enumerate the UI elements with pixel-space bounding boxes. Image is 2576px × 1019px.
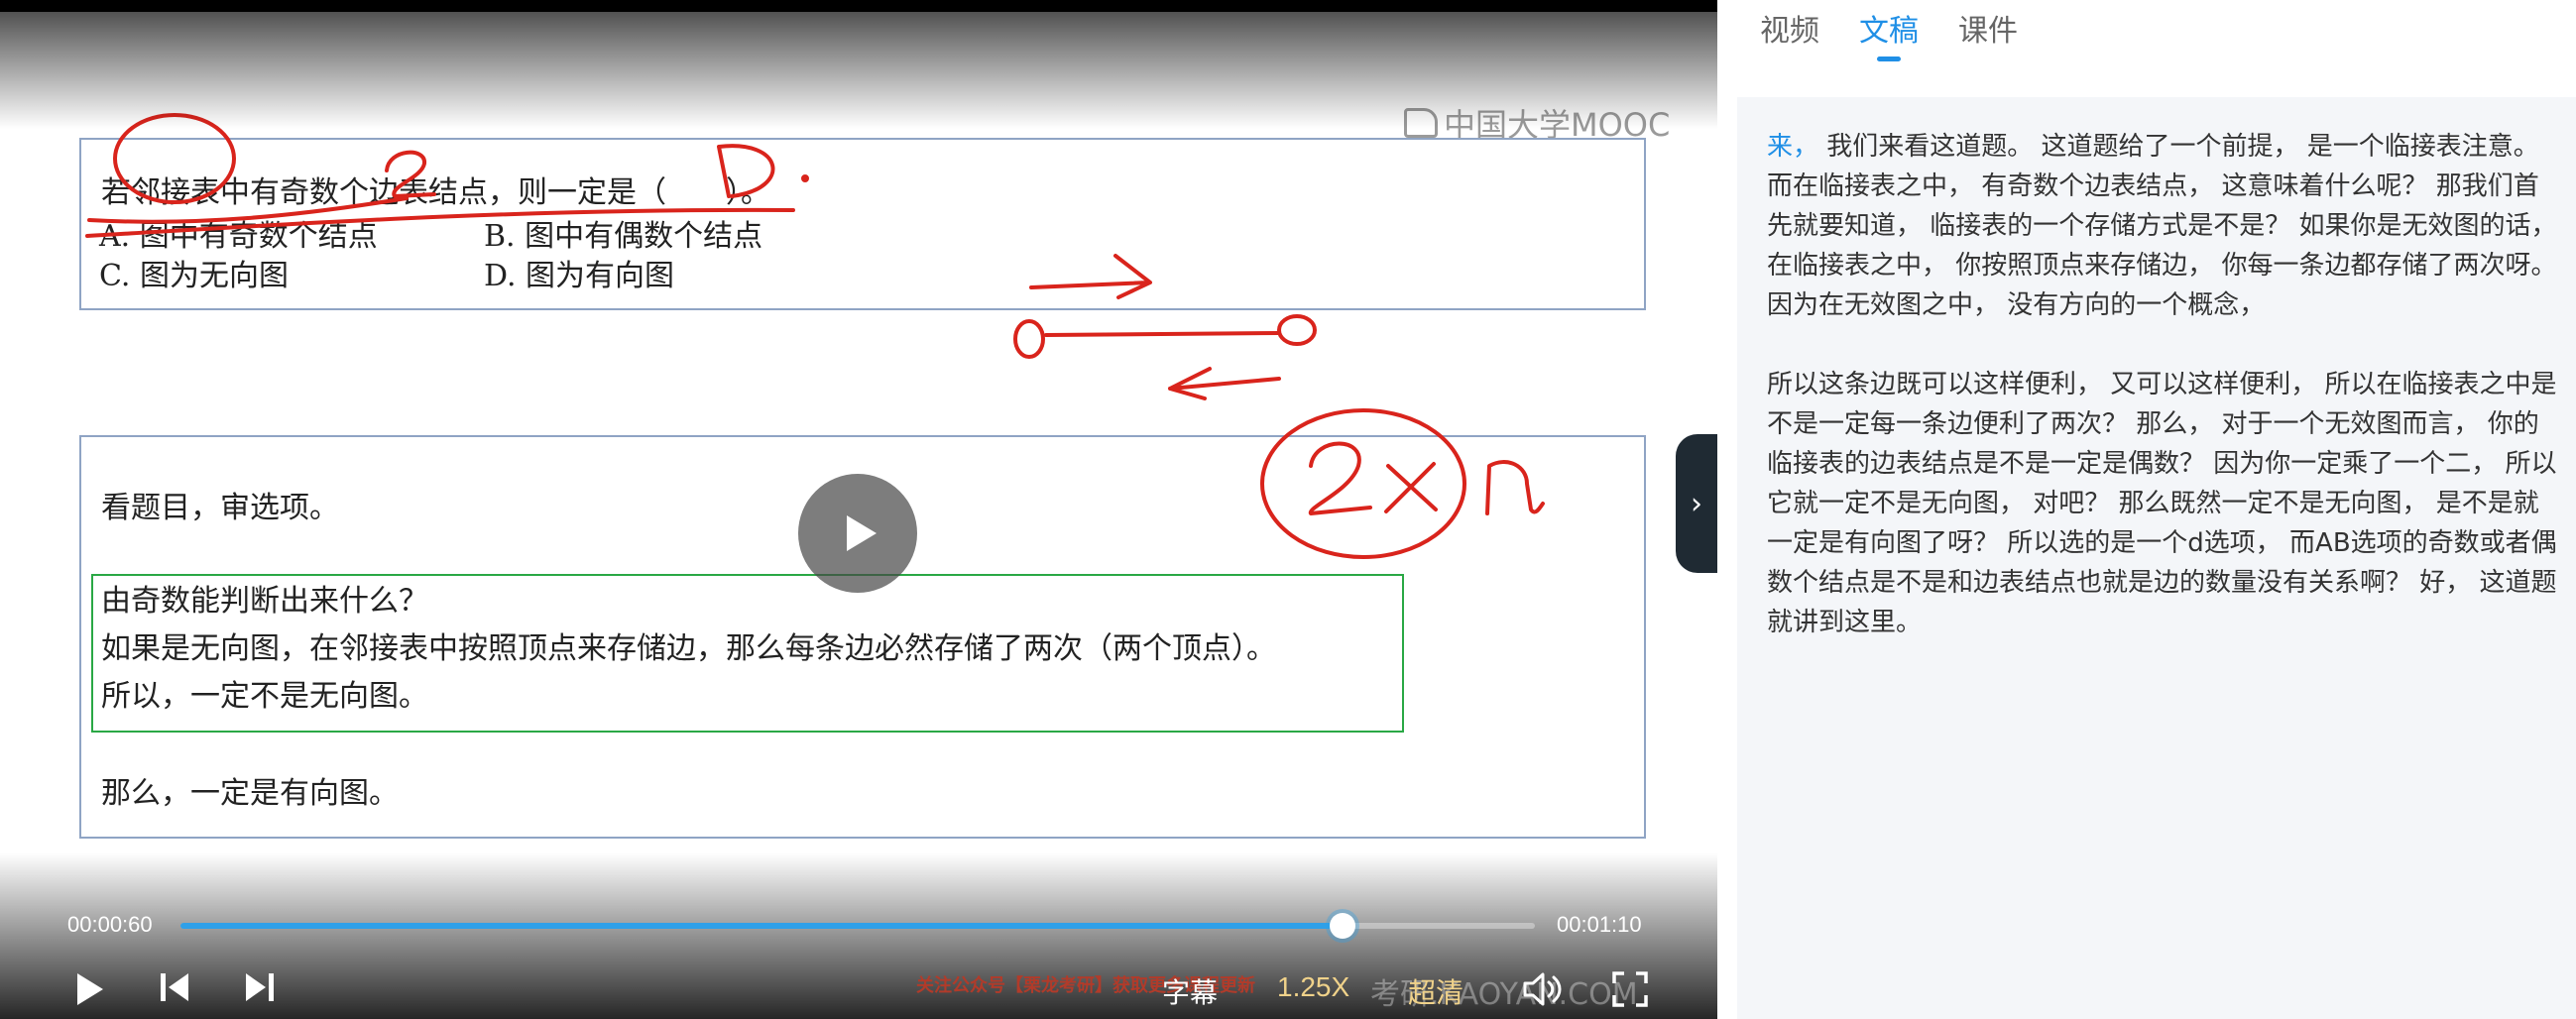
speed-selector[interactable]: 1.25X [1277,971,1349,1003]
option-a: A. 图中有奇数个结点 [99,219,378,254]
analysis-line-5: 那么，一定是有向图。 [101,776,399,811]
quality-selector[interactable]: 超清 [1408,971,1464,1011]
fullscreen-icon[interactable] [1610,969,1650,1009]
option-d: D. 图为有向图 [484,259,675,293]
panel-tabs: 视频 文稿 课件 [1760,6,2018,61]
transcript-current-word: 来， [1767,132,1819,162]
analysis-line-2: 由奇数能判断出来什么？ [101,584,428,619]
progress-knob[interactable] [1330,913,1356,939]
option-b: B. 图中有偶数个结点 [484,219,763,254]
transcript-paragraph-1: 来， 我们来看这道题。 这道题给了一个前提， 是一个临接表注意。 而在临接表之中… [1767,127,2562,325]
analysis-line-3: 如果是无向图，在邻接表中按照顶点来存储边，那么每条边必然存储了两次（两个顶点）。 [101,631,1276,666]
center-play-button[interactable] [798,474,917,593]
question-box: 若邻接表中有奇数个边表结点，则一定是（ ）。 A. 图中有奇数个结点 B. 图中… [79,138,1646,310]
top-shade [0,0,1717,129]
total-time: 00:01:10 [1557,912,1642,937]
volume-icon[interactable] [1521,969,1565,1009]
analysis-line-1: 看题目，审选项。 [101,491,339,525]
analysis-line-4: 所以，一定不是无向图。 [101,679,428,714]
transcript-paragraph-1-text: 我们来看这道题。 这道题给了一个前提， 是一个临接表注意。 而在临接表之中， 有… [1767,132,2557,320]
transcript-panel[interactable]: 来， 我们来看这道题。 这道题给了一个前提， 是一个临接表注意。 而在临接表之中… [1737,97,2576,1019]
progress-bar[interactable] [180,913,1535,939]
video-player[interactable]: 中国大学MOOC 若邻接表中有奇数个边表结点，则一定是（ ）。 A. 图中有奇数… [0,0,1717,1019]
tab-transcript[interactable]: 文稿 [1859,6,1919,61]
play-icon [847,515,877,551]
transcript-paragraph-2: 所以这条边既可以这样便利， 又可以这样便利， 所以在临接表之中是不是一定每一条边… [1767,370,2557,637]
previous-icon[interactable] [157,969,192,1005]
tab-courseware[interactable]: 课件 [1958,6,2018,61]
option-c: C. 图为无向图 [99,259,289,293]
subtitle-toggle[interactable]: 字幕 [1162,971,1218,1011]
chevron-right-icon: › [1691,486,1702,521]
tab-video[interactable]: 视频 [1760,6,1819,61]
play-button-icon[interactable] [71,969,107,1009]
progress-fill [180,923,1344,929]
current-time: 00:00:60 [67,912,153,937]
next-icon[interactable] [242,969,278,1005]
collapse-panel-button[interactable]: › [1676,434,1717,573]
question-stem: 若邻接表中有奇数个边表结点，则一定是（ ）。 [101,175,770,210]
right-panel: 视频 文稿 课件 来， 我们来看这道题。 这道题给了一个前提， 是一个临接表注意… [1717,0,2576,1019]
